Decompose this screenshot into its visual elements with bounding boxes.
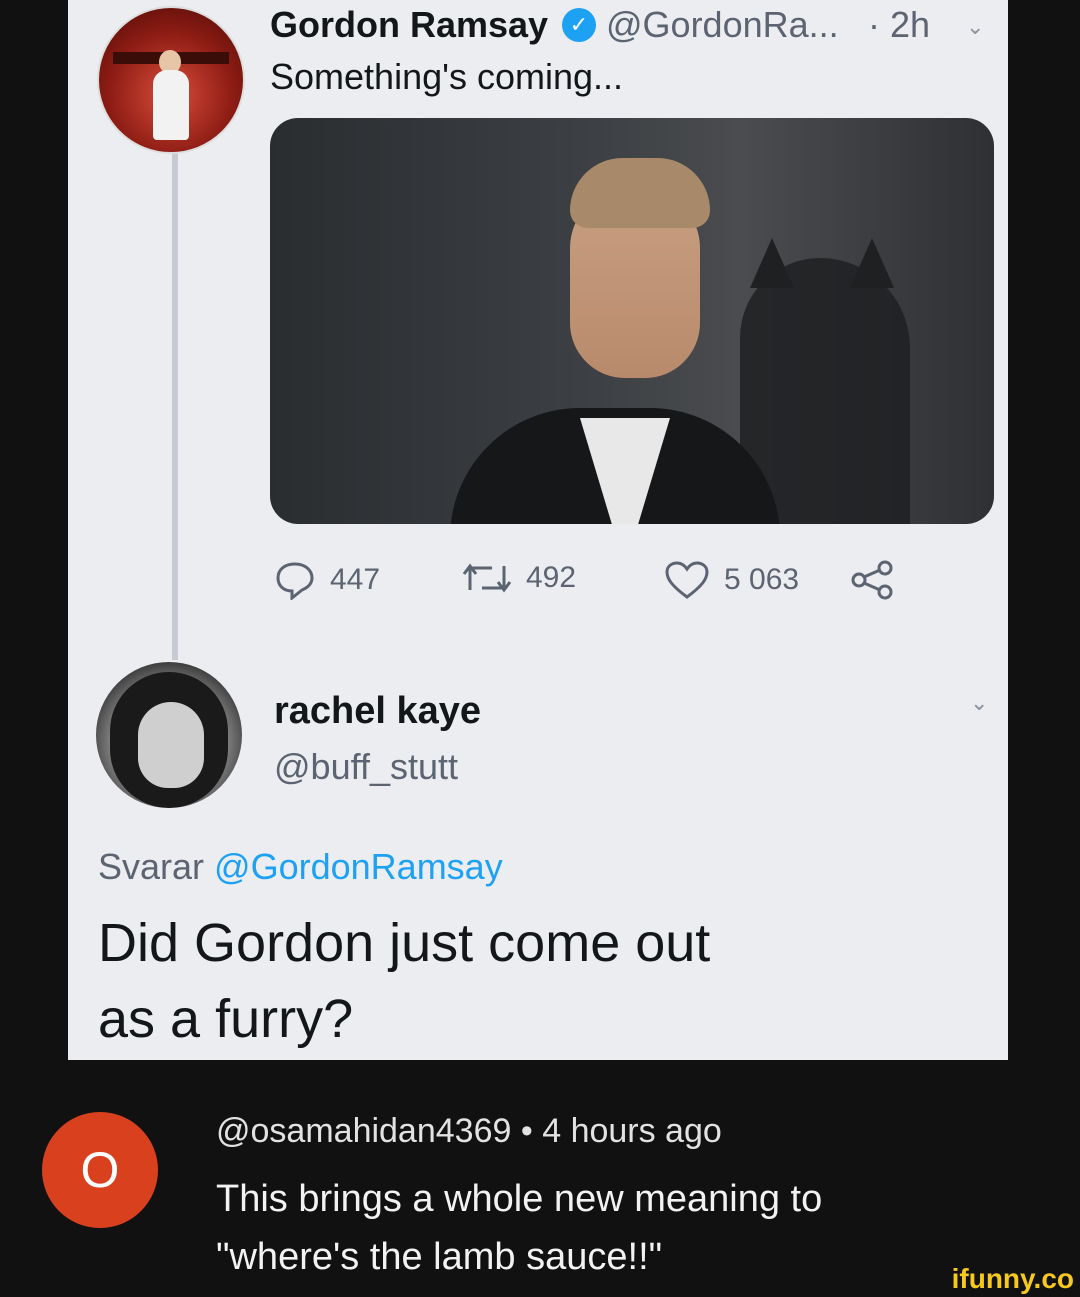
reply-menu-chevron-icon[interactable]: ⌄ — [970, 690, 988, 716]
retweet-icon — [462, 563, 512, 593]
comment-line2: "where's the lamb sauce!!" — [216, 1236, 663, 1278]
reply-count: 447 — [330, 563, 381, 596]
comment-line1: This brings a whole new meaning to — [216, 1178, 823, 1220]
verified-badge-icon: ✓ — [562, 8, 596, 42]
avatar-face — [138, 702, 204, 788]
comment-text: This brings a whole new meaning to "wher… — [216, 1170, 822, 1286]
reply-icon — [276, 562, 314, 600]
retweet-count: 492 — [526, 561, 577, 594]
replying-prefix: Svarar — [98, 846, 205, 887]
thread-line — [172, 150, 178, 660]
photo-hair — [570, 158, 710, 228]
tweet-author-handle[interactable]: @GordonRa... — [606, 4, 839, 46]
share-action[interactable] — [850, 560, 908, 600]
cat-ear-left — [750, 238, 794, 288]
retweet-action[interactable]: 492 — [462, 560, 576, 596]
ifunny-watermark: ifunny.co — [951, 1263, 1074, 1294]
cat-ear-right — [850, 238, 894, 288]
reply-author-name[interactable]: rachel kaye — [274, 690, 481, 733]
share-icon — [851, 560, 893, 600]
reply-action[interactable]: 447 — [274, 560, 380, 600]
tweet-text: Something's coming... — [270, 56, 624, 97]
reply-text-line2: as a furry? — [98, 989, 354, 1049]
tweet-time: · 2h — [868, 4, 931, 45]
commenter-avatar[interactable]: O — [42, 1112, 158, 1228]
tweet-photo[interactable] — [270, 118, 994, 524]
reply-text-line1: Did Gordon just come out — [98, 913, 711, 973]
like-action[interactable]: 5 063 — [664, 560, 799, 600]
comment-meta: @osamahidan4369 • 4 hours ago — [216, 1112, 722, 1151]
comment-time: • 4 hours ago — [520, 1112, 722, 1150]
comment-handle[interactable]: @osamahidan4369 — [216, 1112, 511, 1150]
replying-to-link[interactable]: @GordonRamsay — [214, 846, 503, 887]
heart-icon — [665, 561, 709, 599]
reply-author-handle[interactable]: @buff_stutt — [274, 746, 458, 788]
like-count: 5 063 — [724, 563, 800, 596]
avatar-figure — [153, 70, 189, 140]
replying-to-line: Svarar @GordonRamsay — [98, 846, 503, 888]
rachel-avatar[interactable] — [96, 662, 242, 808]
tweet-author-name[interactable]: Gordon Ramsay — [270, 4, 548, 46]
tweet-menu-chevron-icon[interactable]: ⌄ — [966, 14, 984, 40]
gordon-avatar[interactable] — [97, 6, 245, 154]
